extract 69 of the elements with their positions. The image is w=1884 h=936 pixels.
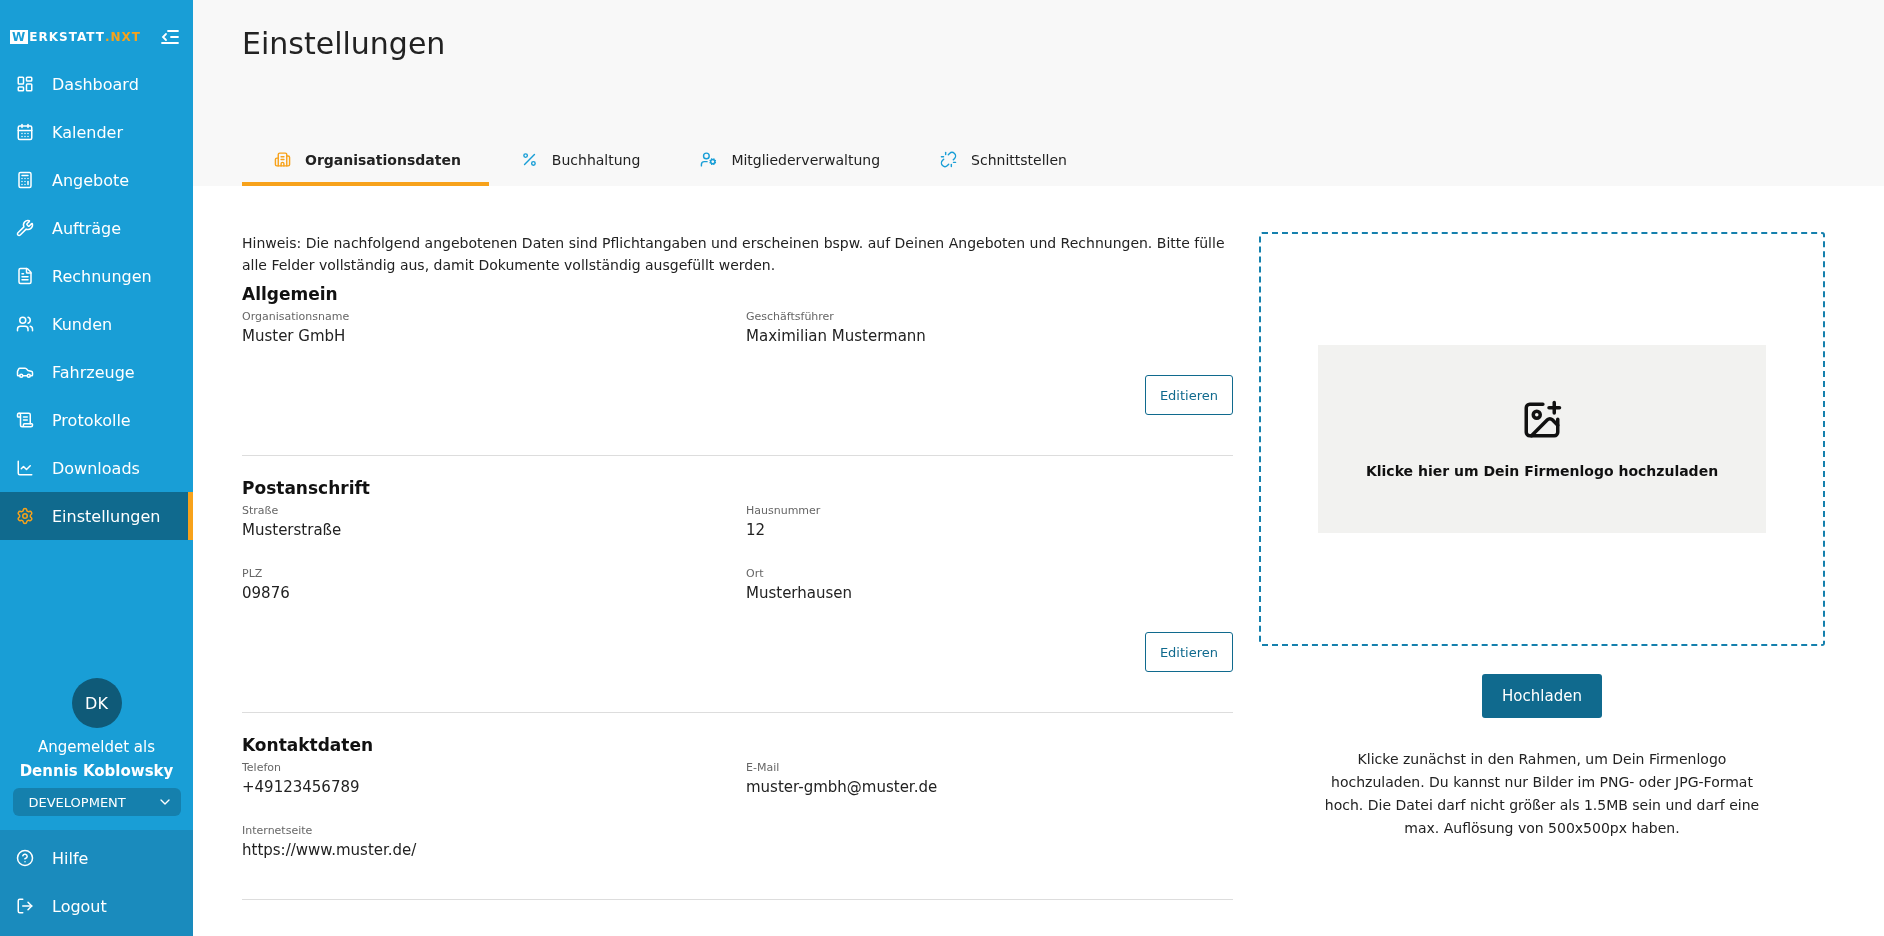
building-icon [274,151,291,168]
collapse-icon [161,29,179,45]
upload-help-text: Klicke zunächst in den Rahmen, um Dein Firmenlogo hochzuladen. Du kannst nur Bilder im PNG- oder JPG-Format hoch. Die Datei darf nicht größer als 1.5MB sein und darf eine max. Auflösung von 500x500px haben. [1323,750,1761,838]
dashboard-icon [16,75,34,93]
calendar-icon [16,123,34,141]
settings-tab[interactable]: Organisationsdaten [242,151,489,186]
field-value: Musterstraße [242,521,343,539]
field-label: Organisationsname [242,310,351,323]
field-label: Ort [746,567,765,580]
calculator-icon [16,171,34,189]
collapse-sidebar-button[interactable] [161,29,179,45]
logo-suffix: .NXT [104,30,141,44]
nav-item[interactable]: Einstellungen [0,492,193,540]
nav-item[interactable]: Downloads [0,444,193,492]
footer-nav-item[interactable]: Logout [0,882,193,930]
nav-item[interactable]: Rechnungen [0,252,193,300]
nav-item[interactable]: Fahrzeuge [0,348,193,396]
percent-icon [520,151,538,168]
field-value: https://www.muster.de/ [242,841,418,859]
upload-dropzone[interactable]: Klicke hier um Dein Firmenlogo hochzuladen [1259,232,1825,646]
field-value: +49123456789 [242,778,361,796]
field-value: Maximilian Mustermann [746,327,927,345]
field-value: 12 [746,521,767,539]
tools-icon [16,219,34,237]
line-chart-icon [16,459,34,477]
nav-item[interactable]: Angebote [0,156,193,204]
logout-icon [16,897,34,915]
page-title: Einstellungen [242,26,447,61]
edit-button[interactable]: Editieren [1144,632,1233,672]
logged-in-caption: Angemeldet als [37,738,156,756]
settings-tab[interactable]: Mitgliederverwaltung [668,151,909,186]
section-title: Kontaktdaten [242,735,375,755]
settings-icon [16,507,34,525]
users-icon [16,315,34,333]
field-label: Telefon [242,761,282,774]
broken-link-icon [940,151,958,168]
footer-nav-item[interactable]: Hilfe [0,834,193,882]
nav-item[interactable]: Dashboard [0,60,193,108]
user-avatar: DK [71,678,122,728]
nav-item[interactable]: Protokolle [0,396,193,444]
field-label: Geschäftsführer [746,310,835,323]
field-label: PLZ [242,567,264,580]
user-gear-icon [700,151,718,168]
section-title: Allgemein [242,284,339,304]
user-name: Dennis Koblowsky [19,762,174,780]
nav-item[interactable]: Aufträge [0,204,193,252]
field-value: muster-gmbh@muster.de [746,778,939,796]
help-icon [16,849,34,867]
upload-area[interactable]: Klicke hier um Dein Firmenlogo hochzuladen [1318,345,1766,533]
field-label: E-Mail [746,761,781,774]
list-document-icon [16,411,34,429]
field-label: Hausnummer [746,504,822,517]
edit-button[interactable]: Editieren [1144,375,1233,415]
field-value: Muster GmbH [242,327,347,345]
section-title: Postanschrift [242,478,371,498]
nav-item[interactable]: Kalender [0,108,193,156]
field-value: 09876 [242,584,291,602]
settings-tab[interactable]: Buchhaltung [488,151,669,186]
document-icon [16,267,34,285]
notice-text: Hinweis: Die nachfolgend angebotenen Daten sind Pflichtangaben und erscheinen bspw. auf Deinen Angeboten und Rechnungen. Bitte fülle alle Felder vollständig aus, damit Dokumente vollständig ausgefüllt werden. [242,234,1226,275]
logo-text: ERKSTATT [29,30,105,44]
field-label: Internetseite [242,824,314,837]
logo-badge: W [10,30,29,44]
field-label: Straße [242,504,280,517]
settings-tab[interactable]: Schnittstellen [908,151,1095,186]
upload-button[interactable]: Hochladen [1482,674,1602,718]
nav-item[interactable]: Kunden [0,300,193,348]
field-value: Musterhausen [746,584,854,602]
environment-dropdown[interactable]: DEVELOPMENT [12,788,181,816]
